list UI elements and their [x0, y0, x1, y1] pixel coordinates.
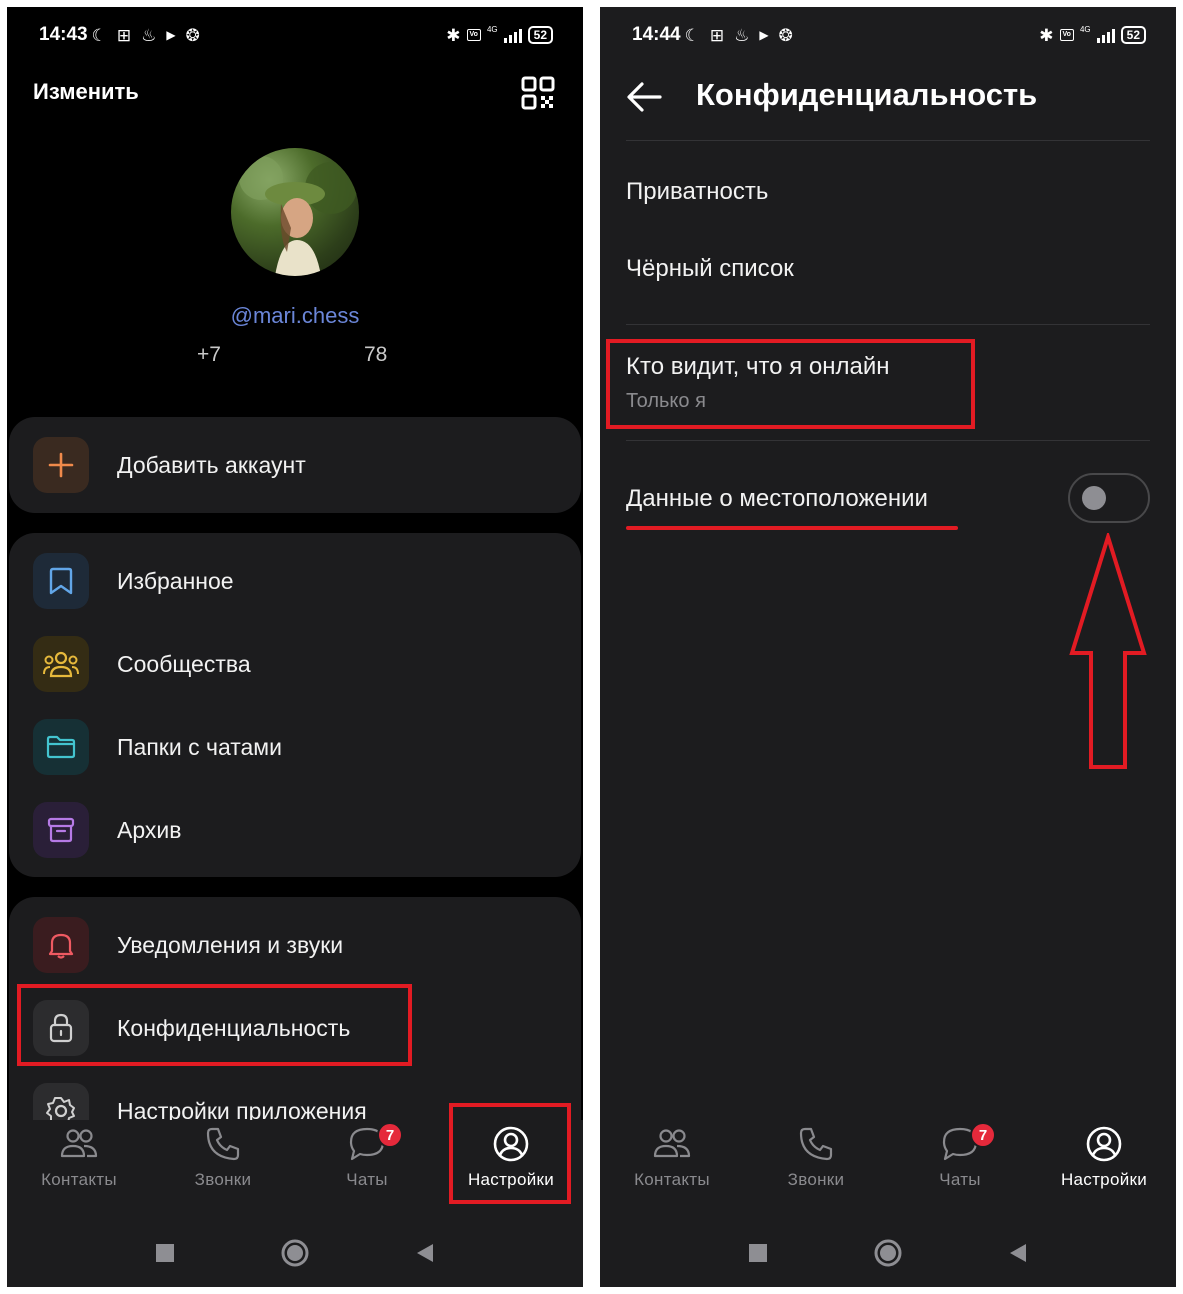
tab-chats[interactable]: 7 Чаты: [888, 1120, 1032, 1218]
menu-card-main: Избранное Сообщества Папки с чатами Архи…: [9, 533, 581, 877]
phone-icon: [799, 1127, 833, 1161]
tab-label-chats: Чаты: [939, 1170, 981, 1189]
tab-label-contacts: Контакты: [41, 1170, 117, 1189]
tab-label-calls: Звонки: [787, 1170, 845, 1189]
home-button[interactable]: [280, 1238, 310, 1268]
annotation-arrow-up: [1069, 533, 1147, 769]
menu-label-archive: Архив: [117, 816, 182, 843]
bottom-tab-bar: Контакты Звонки 7 Чаты Настройки: [600, 1120, 1176, 1218]
battery-icon: 52: [1120, 26, 1146, 44]
profile-screen: 14:43 ☾ ⊞ ♨ ▶ ❂ ✱ Vo 4G 52 Изменить @mar…: [7, 7, 583, 1287]
signal-icon: [503, 27, 522, 43]
nfc-icon: ⊞: [709, 25, 725, 45]
status-bar: 14:44 ☾ ⊞ ♨ ▶ ❂ ✱ Vo 4G 52: [600, 7, 1176, 63]
menu-item-notifications[interactable]: Уведомления и звуки: [33, 915, 581, 975]
location-data-item[interactable]: Данные о местоположении: [626, 485, 928, 513]
highlight-settings-tab: [449, 1103, 571, 1204]
archive-icon: [33, 802, 89, 858]
bookmark-icon: [33, 553, 89, 609]
phone-number-suffix: 78: [364, 343, 388, 366]
tab-label-chats: Чаты: [346, 1170, 388, 1189]
plus-icon: [33, 437, 89, 493]
tab-contacts[interactable]: Контакты: [600, 1120, 744, 1218]
username-link[interactable]: @mari.chess: [7, 303, 583, 329]
folder-icon: [33, 719, 89, 775]
tab-calls[interactable]: Звонки: [151, 1120, 295, 1218]
privacy-item[interactable]: Приватность: [626, 178, 768, 206]
blacklist-item[interactable]: Чёрный список: [626, 255, 794, 283]
page-title: Конфиденциальность: [696, 77, 1038, 112]
system-nav-bar: [7, 1218, 583, 1287]
recents-button[interactable]: [150, 1238, 180, 1268]
home-button[interactable]: [873, 1238, 903, 1268]
highlight-online-visibility: [606, 339, 975, 429]
back-arrow-icon[interactable]: [624, 79, 664, 115]
menu-item-archive[interactable]: Архив: [33, 800, 581, 860]
contacts-icon: [60, 1129, 98, 1158]
toggle-knob: [1082, 486, 1106, 510]
highlight-privacy-menu: [17, 984, 412, 1066]
signal-icon: [1096, 27, 1115, 43]
section-divider-2: [626, 440, 1150, 441]
menu-label-communities: Сообщества: [117, 650, 251, 677]
network-type: 4G: [486, 24, 498, 34]
tab-settings[interactable]: Настройки: [1032, 1120, 1176, 1218]
menu-item-folders[interactable]: Папки с чатами: [33, 717, 581, 777]
tab-calls[interactable]: Звонки: [744, 1120, 888, 1218]
avatar[interactable]: [231, 148, 359, 276]
tab-label-settings: Настройки: [1060, 1170, 1148, 1189]
add-account-card: Добавить аккаунт: [9, 417, 581, 513]
location-toggle[interactable]: [1068, 473, 1150, 523]
menu-label-favorites: Избранное: [117, 567, 234, 594]
menu-label-folders: Папки с чатами: [117, 733, 282, 760]
add-account-label: Добавить аккаунт: [117, 451, 306, 478]
tab-chats[interactable]: 7 Чаты: [295, 1120, 439, 1218]
play-icon: ▶: [759, 28, 769, 42]
tab-label-contacts: Контакты: [634, 1170, 710, 1189]
tab-label-calls: Звонки: [194, 1170, 252, 1189]
menu-item-communities[interactable]: Сообщества: [33, 634, 581, 694]
battery-icon: 52: [527, 26, 553, 44]
tab-contacts[interactable]: Контакты: [7, 1120, 151, 1218]
system-nav-bar: [600, 1218, 1176, 1287]
chats-unread-badge: 7: [377, 1122, 403, 1148]
qr-code-icon[interactable]: [521, 76, 555, 110]
add-account-button[interactable]: Добавить аккаунт: [33, 435, 581, 495]
volte-icon: Vo: [1059, 29, 1074, 41]
back-button[interactable]: [410, 1238, 440, 1268]
back-button[interactable]: [1003, 1238, 1033, 1268]
section-divider: [626, 324, 1150, 325]
bell-icon: [33, 917, 89, 973]
play-icon: ▶: [166, 28, 176, 42]
contacts-icon: [653, 1129, 691, 1158]
moon-icon: ☾: [684, 25, 700, 45]
menu-item-favorites[interactable]: Избранное: [33, 551, 581, 611]
chats-unread-badge: 7: [970, 1122, 996, 1148]
status-bar: 14:43 ☾ ⊞ ♨ ▶ ❂ ✱ Vo 4G 52: [7, 7, 583, 63]
recents-button[interactable]: [743, 1238, 773, 1268]
menu-label-notifications: Уведомления и звуки: [117, 931, 344, 958]
flame-icon: ♨: [734, 25, 750, 45]
header-divider: [626, 140, 1150, 141]
highlight-location-underline: [626, 526, 958, 530]
bluetooth-icon: ✱: [446, 25, 461, 45]
status-time: 14:44: [632, 24, 681, 45]
volte-icon: Vo: [466, 29, 481, 41]
flame-icon: ♨: [141, 25, 157, 45]
privacy-screen: 14:44 ☾ ⊞ ♨ ▶ ❂ ✱ Vo 4G 52 Конфиденциаль…: [600, 7, 1176, 1287]
phone-number-prefix: +7: [197, 343, 221, 366]
moon-icon: ☾: [91, 25, 107, 45]
leaf-icon: ❂: [778, 25, 793, 45]
edit-button[interactable]: Изменить: [33, 79, 139, 105]
network-type: 4G: [1079, 24, 1091, 34]
communities-icon: [33, 636, 89, 692]
leaf-icon: ❂: [185, 25, 200, 45]
profile-circle-icon: [1086, 1126, 1122, 1162]
nfc-icon: ⊞: [116, 25, 132, 45]
status-time: 14:43: [39, 24, 88, 45]
phone-icon: [206, 1127, 240, 1161]
bluetooth-icon: ✱: [1039, 25, 1054, 45]
